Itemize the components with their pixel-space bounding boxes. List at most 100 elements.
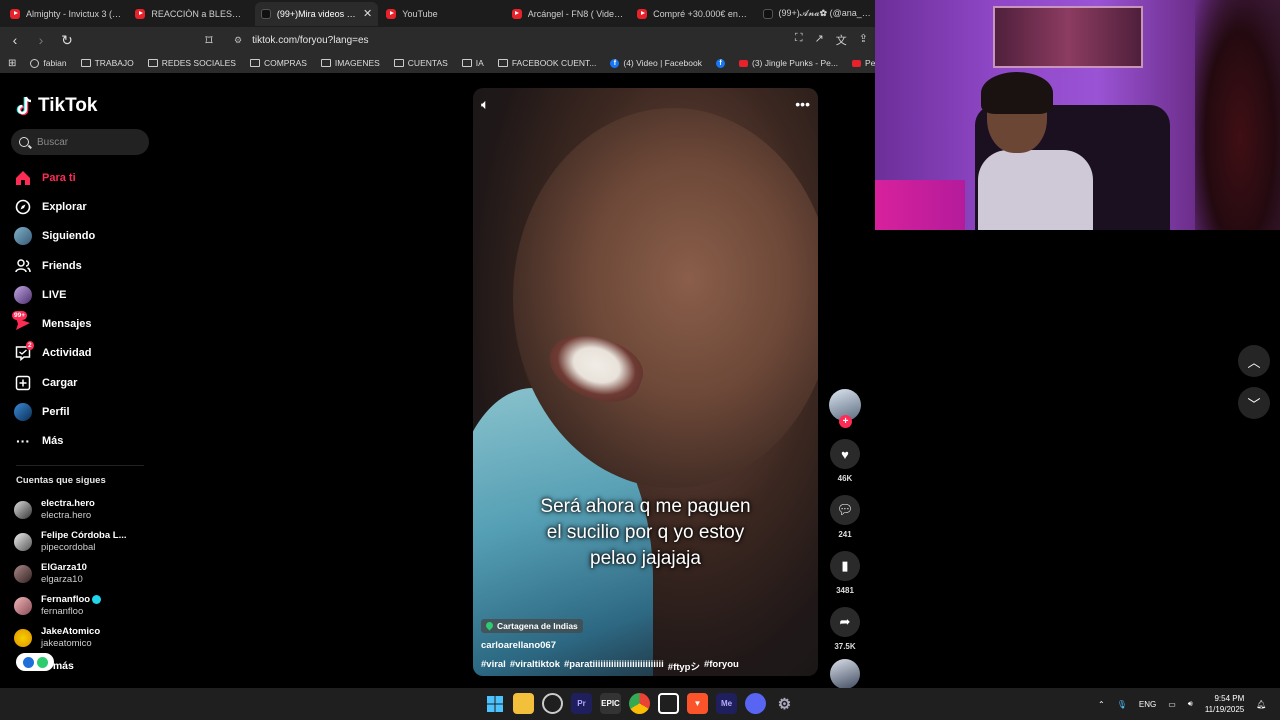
windows-start-icon[interactable] — [484, 693, 505, 714]
music-disc-avatar[interactable] — [830, 659, 860, 689]
capcut-icon[interactable] — [658, 693, 679, 714]
bookmark-item[interactable]: f — [715, 58, 725, 68]
bookmark-item[interactable]: f (4) Video | Facebook — [610, 58, 702, 68]
tiktok-logo-icon — [16, 96, 32, 116]
apps-grid-icon[interactable]: ⊞ — [8, 58, 16, 69]
divider — [16, 465, 144, 466]
bookmark-icon[interactable]: ▮ — [830, 551, 860, 581]
bookmark-folder[interactable]: REDES SOCIALES — [147, 58, 236, 68]
browser-tab[interactable]: REACCIÓN a BLESSD - HU — [129, 2, 252, 26]
bookmark-folder[interactable]: IA — [461, 58, 484, 68]
tiktok-logo[interactable]: TikTok — [16, 95, 97, 117]
save-action[interactable]: ▮ 3481 — [828, 551, 862, 595]
sidebar-item-friends[interactable]: Friends — [14, 251, 95, 280]
share-icon[interactable]: ⇪ — [859, 32, 868, 48]
video-actions: + ♥ 46K 💬︎ 241 ▮ 3481 ➦ 37.5K — [828, 389, 862, 689]
media-icon[interactable]: ⛶ — [795, 32, 803, 48]
bookmark-folder[interactable]: COMPRAS — [249, 58, 307, 68]
more-options-icon[interactable]: ••• — [795, 96, 810, 113]
following-account[interactable]: Felipe Córdoba L... pipecordobal — [14, 526, 127, 558]
bookmark-icon[interactable]: ⌑ — [202, 33, 216, 47]
settings-icon[interactable]: ⚙ — [774, 693, 795, 714]
hashtag[interactable]: #viraltiktok — [510, 659, 560, 673]
url-input[interactable]: ⚙ tiktok.com/foryou?lang=es — [228, 30, 783, 50]
hashtag[interactable]: #viral — [481, 659, 506, 673]
follow-plus-icon[interactable]: + — [839, 415, 852, 428]
sidebar-item-perfil[interactable]: Perfil — [14, 397, 95, 426]
chrome-icon[interactable] — [629, 693, 650, 714]
open-external-icon[interactable]: ↗ — [815, 32, 824, 48]
location-tag[interactable]: Cartagena de Indias — [481, 618, 583, 633]
more-icon: ··· — [16, 433, 30, 450]
steam-icon[interactable] — [542, 693, 563, 714]
sidebar-item-explorar[interactable]: Explorar — [14, 192, 95, 221]
chevron-up-tray-icon[interactable]: ⌃ — [1098, 700, 1105, 709]
sidebar-item-mensajes[interactable]: 99+ Mensajes — [12, 309, 95, 338]
comment-action[interactable]: 💬︎ 241 — [828, 495, 862, 539]
chevron-up-icon: ︿ — [1247, 354, 1261, 370]
next-video-button[interactable]: ﹀ — [1238, 387, 1270, 419]
microphone-icon[interactable]: 🎙︎ — [1117, 700, 1127, 709]
discord-icon[interactable] — [745, 693, 766, 714]
sidebar-item-siguiendo[interactable]: Siguiendo — [14, 222, 95, 251]
search-input[interactable]: Buscar — [11, 129, 149, 155]
bookmark-folder[interactable]: FACEBOOK CUENT... — [497, 58, 596, 68]
previous-video-button[interactable]: ︿ — [1238, 345, 1270, 377]
back-icon[interactable]: ‹ — [8, 33, 22, 47]
browser-tab[interactable]: Almighty - Invictux 3 (Tira — [4, 2, 127, 26]
network-icon[interactable]: ▭ — [1168, 700, 1176, 709]
file-explorer-icon[interactable] — [513, 693, 534, 714]
brave-icon[interactable]: ▼ — [687, 693, 708, 714]
notification-bell-icon[interactable]: 🔔︎ — [1256, 700, 1266, 709]
creator-avatar[interactable]: + — [829, 389, 861, 428]
bookmark-folder[interactable]: TRABAJO — [80, 58, 134, 68]
bookmark-folder[interactable]: IMAGENES — [320, 58, 380, 68]
video-player[interactable]: 🔈︎ ••• Será ahora q me paguen el sucilio… — [473, 88, 818, 676]
messages-icon: 99+ — [12, 311, 32, 333]
hashtag[interactable]: #ftypシ — [668, 659, 700, 673]
sidebar-item-live[interactable]: LIVE — [14, 280, 95, 309]
browser-tab-active[interactable]: (99+)Mira videos pop ✕ — [254, 1, 379, 26]
volume-tray-icon[interactable]: 🔊︎ — [1188, 699, 1193, 709]
bookmark-folder[interactable]: CUENTAS — [393, 58, 448, 68]
sidebar-item-para-ti[interactable]: Para ti — [14, 163, 95, 192]
sidebar-item-cargar[interactable]: Cargar — [14, 368, 95, 397]
following-account[interactable]: electra.hero electra.hero — [14, 494, 127, 526]
clock[interactable]: 9:54 PM 11/19/2025 — [1205, 693, 1244, 715]
sidebar-item-mas[interactable]: ··· Más — [14, 427, 95, 456]
video-author[interactable]: carloarellano067 — [481, 640, 810, 651]
forward-icon[interactable]: › — [34, 33, 48, 47]
browser-tab[interactable]: YouTube — [380, 2, 503, 26]
following-account[interactable]: Fernanfloo fernanfloo — [14, 590, 127, 622]
media-encoder-icon[interactable]: Me — [716, 693, 737, 714]
premiere-pro-icon[interactable]: Pr — [571, 693, 592, 714]
extension-pill[interactable] — [16, 653, 54, 671]
bookmark-item[interactable]: fabian — [30, 58, 67, 68]
browser-tab[interactable]: Compré +30.000€ en Caja — [631, 2, 754, 26]
bookmark-item[interactable]: (3) Jingle Punks - Pe... — [738, 58, 838, 68]
close-tab-icon[interactable]: ✕ — [363, 7, 372, 20]
translate-icon[interactable]: 文 — [836, 32, 847, 48]
following-account[interactable]: JakeAtomico jakeatomico — [14, 622, 127, 654]
epic-games-icon[interactable]: EPIC — [600, 693, 621, 714]
browser-tab[interactable]: Arcángel - FN8 ( Video Ly — [506, 2, 629, 26]
comment-icon[interactable]: 💬︎ — [830, 495, 860, 525]
following-account[interactable]: ElGarza10 elgarza10 — [14, 558, 127, 590]
tab-label: YouTube — [402, 8, 438, 19]
site-info-icon[interactable]: ⚙ — [234, 35, 242, 46]
sidebar-item-label: Cargar — [42, 376, 78, 389]
language-indicator[interactable]: ENG — [1139, 700, 1156, 709]
volume-icon[interactable]: 🔈︎ — [481, 96, 489, 113]
folder-icon — [249, 59, 260, 67]
hashtag[interactable]: #paratiiiiiiiiiiiiiiiiiiiiiiiiiii — [564, 659, 664, 673]
share-arrow-icon[interactable]: ➦ — [830, 607, 860, 637]
heart-icon[interactable]: ♥ — [830, 439, 860, 469]
browser-tab[interactable]: (99+)𝓐𝓷𝓪✿ (@ana_782 — [757, 2, 880, 26]
sidebar-item-label: Siguiendo — [42, 230, 96, 243]
share-action[interactable]: ➦ 37.5K — [828, 607, 862, 651]
like-action[interactable]: ♥ 46K — [828, 439, 862, 483]
following-avatar-icon — [14, 227, 32, 246]
hashtag[interactable]: #foryou — [704, 659, 739, 673]
reload-icon[interactable]: ↻ — [60, 33, 74, 47]
sidebar-item-actividad[interactable]: 2 Actividad — [14, 339, 95, 368]
